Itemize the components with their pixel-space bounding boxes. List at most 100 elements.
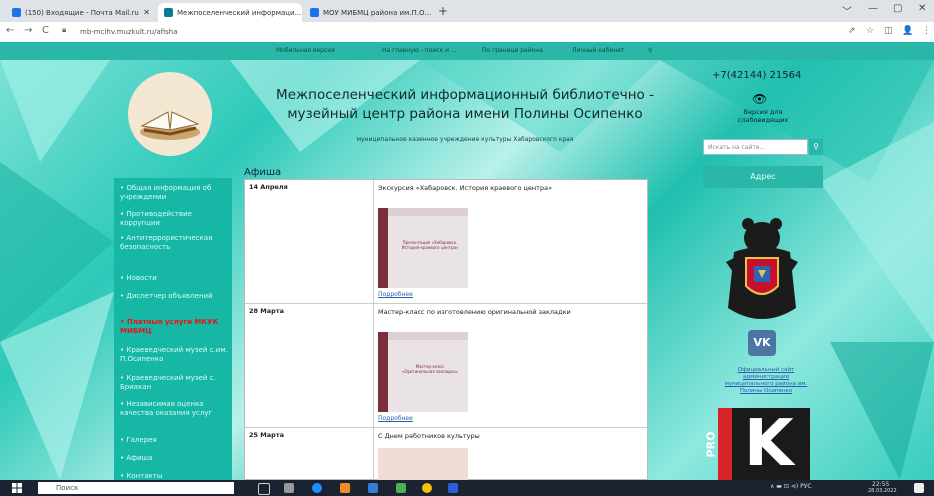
- close-icon[interactable]: ✕: [301, 8, 302, 17]
- sidebar-item-paid-services[interactable]: • Платные услуги МКУК МИБМЦ: [120, 318, 230, 336]
- reload-icon[interactable]: C: [42, 25, 49, 36]
- address-bar: ← → C 🔒︎ mb-mcihv.muzkult.ru/afisha ⇗ ☆ …: [0, 22, 934, 43]
- site-logo[interactable]: [128, 72, 212, 156]
- sidebar-item-quality[interactable]: • Независимая оценка качества оказания у…: [120, 400, 230, 418]
- top-search-icon[interactable]: ⚲: [648, 47, 652, 54]
- clock-time[interactable]: 22:55: [872, 481, 889, 488]
- sidebar-item-gallery[interactable]: • Галерея: [120, 436, 230, 445]
- book-icon: [140, 111, 200, 140]
- event-thumbnail[interactable]: [378, 448, 468, 480]
- site-icon: [164, 8, 173, 17]
- official-site-link[interactable]: Официальный сайт администрации муниципал…: [718, 367, 814, 395]
- address-button[interactable]: Адрес: [703, 166, 823, 188]
- bear-emblem-icon[interactable]: [720, 212, 804, 330]
- top-link-home[interactable]: На главную - поиск и ...: [382, 47, 457, 54]
- tab-label: (150) Входящие - Почта Mail.ru: [25, 8, 139, 17]
- search-input[interactable]: Искать на сайте...: [703, 139, 808, 155]
- low-vision-link[interactable]: Версия для слабовидящих: [722, 108, 804, 124]
- eye-icon[interactable]: 👁: [752, 92, 767, 106]
- word-icon[interactable]: [448, 483, 458, 493]
- prok-banner[interactable]: PRO K: [704, 407, 810, 480]
- web-page: Мобильная версия На главную - поиск и ..…: [0, 42, 934, 480]
- lock-icon: 🔒︎: [62, 25, 67, 34]
- store-icon[interactable]: [368, 483, 378, 493]
- tab-label: МОУ МИБМЦ района им.П.О...: [323, 8, 432, 17]
- task-view-icon[interactable]: [258, 483, 270, 495]
- sidebar-item-general[interactable]: • Общая информация об учреждении: [120, 184, 230, 202]
- mail-icon: [12, 8, 21, 17]
- sidebar-item-antiterror[interactable]: • Антитеррористическая безопасность: [120, 234, 230, 252]
- back-icon[interactable]: ←: [6, 25, 14, 36]
- thumbnail-caption: Мастер-класс «Оригинальная закладка»: [401, 364, 459, 374]
- event-thumbnail[interactable]: Презентация «Хабаровск. История краевого…: [378, 208, 468, 288]
- event-title[interactable]: Экскурсия «Хабаровск. История краевого ц…: [378, 184, 552, 192]
- share-icon[interactable]: ⇗: [848, 26, 856, 36]
- forward-icon[interactable]: →: [24, 25, 32, 36]
- chrome-icon[interactable]: [422, 483, 432, 493]
- search-button[interactable]: ⚲: [809, 139, 823, 155]
- k-label: K: [744, 407, 794, 480]
- sidebar-menu: • Общая информация об учреждении • Проти…: [114, 178, 232, 480]
- sidebar-item-dispatcher[interactable]: • Диспетчер объявлений: [120, 292, 230, 301]
- event-date: 14 Апреля: [249, 183, 288, 191]
- maximize-button[interactable]: ▢: [893, 3, 902, 14]
- mobile-version-link[interactable]: Мобильная версия: [276, 47, 335, 54]
- tab-search-icon[interactable]: ﹀: [842, 3, 852, 18]
- tab-label: Межпоселенческий информаци...: [177, 8, 302, 17]
- vk-icon[interactable]: VK: [748, 330, 776, 356]
- taskbar: Поиск ∧ ▬ ⊡ ⊲) РУС 22:55 28.03.2022: [0, 480, 934, 496]
- sidebar-item-contacts[interactable]: • Контакты: [120, 472, 230, 480]
- section-title: Афиша: [244, 167, 282, 178]
- top-link-region[interactable]: По границе района: [482, 47, 543, 54]
- clock-date[interactable]: 28.03.2022: [868, 488, 897, 494]
- column-divider: [373, 180, 374, 303]
- profile-icon[interactable]: 👤: [902, 26, 913, 36]
- event-thumbnail[interactable]: Мастер-класс «Оригинальная закладка»: [378, 332, 468, 412]
- event-row: 25 Марта С Днем работников культуры: [245, 428, 647, 480]
- event-title[interactable]: С Днем работников культуры: [378, 432, 480, 440]
- close-icon[interactable]: ✕: [139, 8, 150, 17]
- star-icon[interactable]: ☆: [866, 26, 874, 36]
- windows-start-icon[interactable]: [12, 483, 22, 493]
- event-row: 14 Апреля Экскурсия «Хабаровск. История …: [245, 180, 647, 304]
- pro-label: PRO: [704, 431, 718, 458]
- events-table: 14 Апреля Экскурсия «Хабаровск. История …: [244, 179, 648, 480]
- page-subtitle: муниципальное казенное учреждение культу…: [356, 136, 574, 143]
- files-icon[interactable]: [340, 483, 350, 493]
- tab-library[interactable]: Межпоселенческий информаци... ✕: [158, 3, 302, 22]
- new-tab-button[interactable]: +: [438, 4, 448, 18]
- tab-mou[interactable]: МОУ МИБМЦ района им.П.О... ✕: [304, 3, 434, 22]
- more-link[interactable]: Подробнее: [378, 415, 413, 422]
- event-date: 25 Марта: [249, 431, 284, 439]
- page-title: Межпоселенческий информационный библиоте…: [276, 87, 654, 122]
- close-window-button[interactable]: ✕: [918, 3, 926, 14]
- minimize-button[interactable]: —: [868, 3, 878, 14]
- top-link-cabinet[interactable]: Личный кабинет: [572, 47, 624, 54]
- top-nav-strip: [0, 42, 934, 60]
- column-divider: [373, 428, 374, 480]
- app-icon[interactable]: [396, 483, 406, 493]
- url-input[interactable]: mb-mcihv.muzkult.ru/afisha: [80, 25, 840, 39]
- tab-mail[interactable]: (150) Входящие - Почта Mail.ru ✕: [6, 3, 156, 22]
- thumbnail-caption: Презентация «Хабаровск. История краевого…: [401, 240, 459, 250]
- sidebar-item-museum-briakan[interactable]: • Краеведческий музей с. Бриакан: [120, 374, 230, 392]
- event-title[interactable]: Мастер-класс по изготовлению оригинально…: [378, 308, 571, 316]
- close-icon[interactable]: ✕: [431, 8, 434, 17]
- sidebar-item-anticorruption[interactable]: • Противодействие коррупции: [120, 210, 230, 228]
- phone-number: +7(42144) 21564: [712, 70, 802, 81]
- system-tray[interactable]: ∧ ▬ ⊡ ⊲) РУС: [770, 483, 812, 490]
- notifications-icon[interactable]: [914, 483, 924, 493]
- site-icon: [310, 8, 319, 17]
- sidebar-item-museum-osipenko[interactable]: • Краеведческий музей с.им. П.Осипенко: [120, 346, 230, 364]
- sidebar-icon[interactable]: ◫: [884, 26, 893, 36]
- column-divider: [373, 304, 374, 427]
- edge-icon[interactable]: [312, 483, 322, 493]
- sidebar-item-afisha[interactable]: • Афиша: [120, 454, 230, 463]
- widgets-icon[interactable]: [284, 483, 294, 493]
- sidebar-item-news[interactable]: • Новости: [120, 274, 230, 283]
- taskbar-search-input[interactable]: Поиск: [38, 482, 234, 494]
- menu-icon[interactable]: ⋮: [922, 26, 931, 36]
- browser-tab-bar: (150) Входящие - Почта Mail.ru ✕ Межпосе…: [0, 0, 934, 22]
- more-link[interactable]: Подробнее: [378, 291, 413, 298]
- event-row: 28 Марта Мастер-класс по изготовлению ор…: [245, 304, 647, 428]
